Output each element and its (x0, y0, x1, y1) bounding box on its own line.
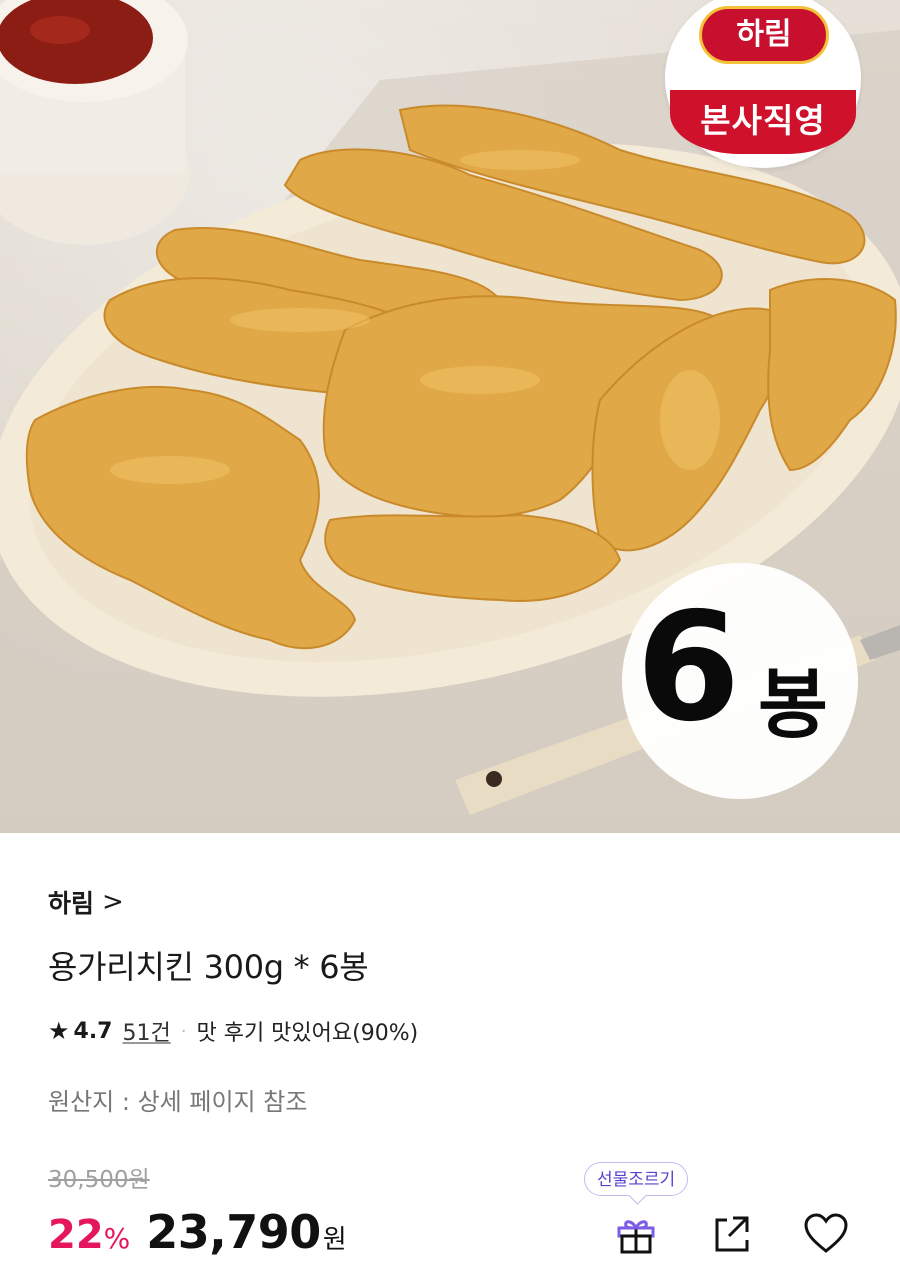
origin-info: 원산지 : 상세 페이지 참조 (48, 1088, 308, 1116)
rating-score: 4.7 (73, 1018, 113, 1044)
brand-link[interactable]: 하림 > (48, 884, 124, 920)
gift-button[interactable] (612, 1210, 660, 1258)
brand-name: 하림 (48, 889, 95, 918)
gift-icon (617, 1220, 655, 1254)
sale-price: 23,790 (146, 1205, 321, 1259)
sale-price-unit: 원 (322, 1225, 347, 1255)
product-detail-page: 하림 본사직영 6 봉 하림 > 용가리치킨 300g * 6봉 ★ 4.7 5… (0, 0, 900, 1283)
share-button[interactable] (707, 1210, 755, 1258)
chevron-right-icon: > (102, 887, 124, 917)
discount-percent-sign: % (103, 1222, 131, 1255)
pack-count-unit: 봉 (758, 660, 828, 749)
heart-icon (804, 1213, 848, 1253)
sale-price-row: 22 % 23,790 원 (48, 1205, 347, 1259)
discount-rate: 22 (48, 1212, 104, 1258)
brand-direct-banner: 본사직영 (670, 90, 856, 154)
rating-row: ★ 4.7 51건 · 맛 후기 맛있어요(90%) (48, 1015, 418, 1047)
brand-logo: 하림 (699, 6, 829, 64)
star-icon: ★ (48, 1017, 70, 1045)
pack-count-number: 6 (636, 581, 741, 755)
original-price: 30,500원 (48, 1167, 150, 1193)
separator-dot: · (180, 1020, 187, 1042)
taste-review-summary: 맛 후기 맛있어요(90%) (196, 1021, 419, 1046)
share-icon (715, 1216, 749, 1252)
gift-request-tooltip[interactable]: 선물조르기 (584, 1162, 689, 1196)
review-count-link[interactable]: 51건 (123, 1015, 171, 1047)
product-image[interactable]: 하림 본사직영 6 봉 (0, 0, 900, 833)
wishlist-button[interactable] (802, 1210, 850, 1258)
product-title: 용가리치킨 300g * 6봉 (48, 948, 369, 986)
